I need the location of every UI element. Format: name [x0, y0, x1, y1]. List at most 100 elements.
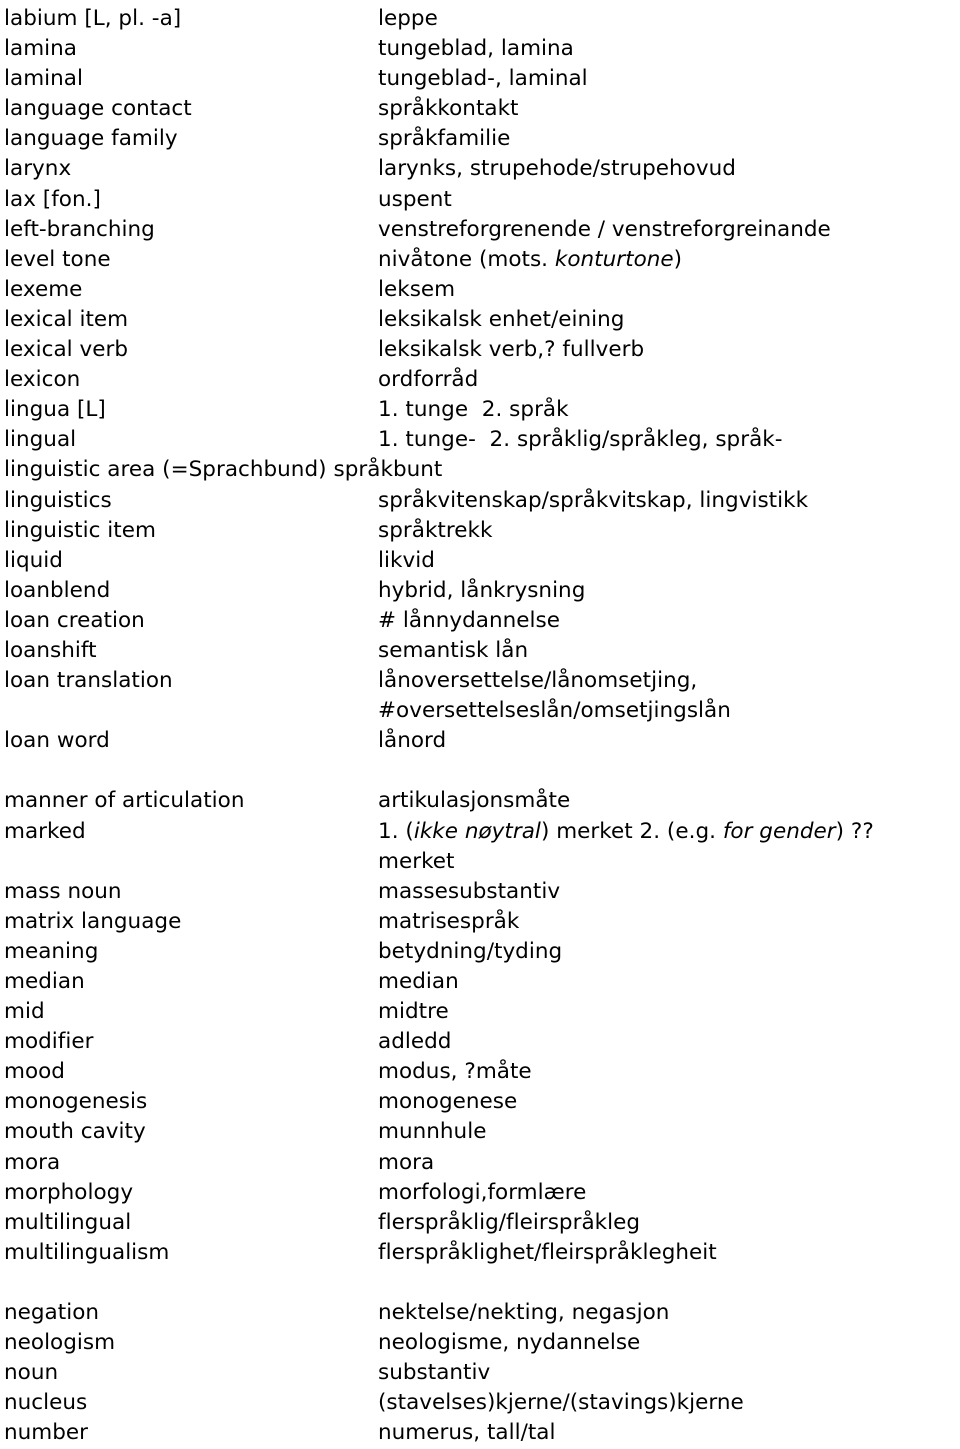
glossary-term: monogenesis — [4, 1089, 148, 1115]
glossary-row: loan translation lånoversettelse/lånomset… — [4, 666, 960, 696]
glossary-row: number numerus, tall/tal — [4, 1418, 960, 1448]
glossary-term: mood — [4, 1059, 65, 1085]
glossary-gloss: ordforråd — [378, 367, 479, 393]
glossary-gloss: språkkontakt — [378, 96, 519, 122]
glossary-term: mass noun — [4, 878, 122, 904]
glossary-gloss: 1. tunge- 2. språklig/språkleg, språk- — [378, 427, 783, 453]
glossary-term: mouth cavity — [4, 1119, 146, 1145]
glossary-row: linguistic item språktrekk — [4, 516, 960, 546]
glossary-gloss: mora — [378, 1149, 435, 1175]
glossary-gloss: larynks, strupehode/strupehovud — [378, 156, 736, 182]
glossary-row: marked 1. (ikke nøytral) merket 2. (e.g. … — [4, 817, 960, 847]
glossary-row: mouth cavity munnhule — [4, 1117, 960, 1147]
glossary-gloss: 1. tunge 2. språk — [378, 397, 569, 423]
glossary-row: lexical verb leksikalsk verb,? fullverb — [4, 335, 960, 365]
glossary-gloss: tungeblad, lamina — [378, 36, 574, 62]
glossary-term: loanshift — [4, 637, 97, 663]
glossary-gloss: adledd — [378, 1029, 452, 1055]
glossary-row: mid midtre — [4, 997, 960, 1027]
glossary-gloss: leksikalsk verb,? fullverb — [378, 337, 645, 363]
glossary-gloss-text: 1. ( — [378, 818, 414, 844]
glossary-term: lingual — [4, 427, 77, 453]
glossary-row: mass noun massesubstantiv — [4, 877, 960, 907]
glossary-gloss: språktrekk — [378, 517, 493, 543]
glossary-gloss: modus, ?måte — [378, 1059, 532, 1085]
glossary-row: lexicon ordforråd — [4, 365, 960, 395]
glossary-row: loan creation # lånnydannelse — [4, 606, 960, 636]
glossary-term: marked — [4, 818, 86, 844]
glossary-term: lexicon — [4, 367, 81, 393]
glossary-gloss: #oversettelseslån/omsetjingslån — [378, 698, 731, 724]
glossary-term: number — [4, 1420, 89, 1446]
glossary-gloss: uspent — [378, 186, 452, 212]
glossary-gloss: # lånnydannelse — [378, 607, 560, 633]
glossary-term: larynx — [4, 156, 72, 182]
glossary-term: multilingual — [4, 1209, 132, 1235]
glossary-gloss: morfologi,formlære — [378, 1179, 587, 1205]
glossary-row: manner of articulation artikulasjonsmåte — [4, 786, 960, 816]
glossary-term: loanblend — [4, 577, 111, 603]
glossary-gloss: nivåtone (mots. konturtone) — [378, 245, 960, 275]
glossary-row: loan word lånord — [4, 726, 960, 756]
glossary-row: median median — [4, 967, 960, 997]
glossary-term: linguistic area (=Sprachbund) — [4, 457, 327, 483]
glossary-gloss: likvid — [378, 547, 435, 573]
glossary-gloss: numerus, tall/tal — [378, 1420, 556, 1446]
glossary-row: larynx larynks, strupehode/strupehovud — [4, 154, 960, 184]
glossary-term: laminal — [4, 66, 83, 92]
glossary-row: laminal tungeblad-, laminal — [4, 64, 960, 94]
glossary-row: lingua [L] 1. tunge 2. språk — [4, 395, 960, 425]
glossary-gloss: leksikalsk enhet/eining — [378, 306, 625, 332]
glossary-term: mid — [4, 999, 45, 1025]
glossary-term: lamina — [4, 36, 77, 62]
glossary-gloss: massesubstantiv — [378, 878, 561, 904]
glossary-row: loanblend hybrid, lånkrysning — [4, 576, 960, 606]
glossary-row: loanshift semantisk lån — [4, 636, 960, 666]
glossary-gloss: artikulasjonsmåte — [378, 788, 571, 814]
glossary-row: nucleus (stavelses)kjerne/(stavings)kjern… — [4, 1388, 960, 1418]
glossary-gloss: språkvitenskap/språkvitskap, lingvistikk — [378, 487, 809, 513]
glossary-gloss: flerspråklig/fleirspråkleg — [378, 1209, 641, 1235]
glossary-term: loan creation — [4, 607, 145, 633]
glossary-term: left-branching — [4, 216, 155, 242]
glossary-row-continuation: #oversettelseslån/omsetjingslån — [4, 696, 960, 726]
glossary-term: linguistic item — [4, 517, 156, 543]
glossary-term: lingua [L] — [4, 397, 106, 423]
glossary-gloss-text: ) merket 2. (e.g. — [540, 818, 723, 844]
glossary-term: lax [fon.] — [4, 186, 101, 212]
glossary-term: noun — [4, 1360, 59, 1386]
glossary-term: loan translation — [4, 668, 173, 694]
glossary-section-gap — [4, 756, 960, 786]
glossary-gloss: leksem — [378, 276, 456, 302]
glossary-gloss: monogenese — [378, 1089, 518, 1115]
glossary-gloss-italic: for gender — [722, 818, 836, 844]
glossary-gloss: nektelse/nekting, negasjon — [378, 1300, 670, 1326]
glossary-row: matrix language matrisespråk — [4, 907, 960, 937]
glossary-row: labium [L, pl. -a] leppe — [4, 4, 960, 34]
glossary-row: meaning betydning/tyding — [4, 937, 960, 967]
glossary-row: language family språkfamilie — [4, 124, 960, 154]
glossary-row: linguistics språkvitenskap/språkvitskap, … — [4, 486, 960, 516]
glossary-row: left-branching venstreforgrenende / venst… — [4, 215, 960, 245]
glossary-term: lexeme — [4, 276, 83, 302]
glossary-term: neologism — [4, 1330, 116, 1356]
glossary-term: labium [L, pl. -a] — [4, 6, 182, 31]
glossary-gloss: neologisme, nydannelse — [378, 1330, 641, 1356]
glossary-gloss: 1. (ikke nøytral) merket 2. (e.g. for ge… — [378, 817, 960, 847]
glossary-row: neologism neologisme, nydannelse — [4, 1328, 960, 1358]
glossary-row: level tone nivåtone (mots. konturtone) — [4, 245, 960, 275]
glossary-term: matrix language — [4, 908, 182, 934]
glossary-row: monogenesis monogenese — [4, 1087, 960, 1117]
glossary-term: lexical verb — [4, 337, 129, 363]
glossary-term: mora — [4, 1149, 61, 1175]
glossary-gloss: merket — [378, 848, 455, 874]
glossary-row: morphology morfologi,formlære — [4, 1178, 960, 1208]
glossary-gloss: flerspråklighet/fleirspråklegheit — [378, 1239, 717, 1265]
glossary-gloss-italic: konturtone — [554, 246, 674, 272]
glossary-term: modifier — [4, 1029, 94, 1055]
glossary-gloss-text: ) ?? — [835, 818, 874, 844]
glossary-gloss: matrisespråk — [378, 908, 520, 934]
glossary-row: multilingual flerspråklig/fleirspråkleg — [4, 1208, 960, 1238]
glossary-gloss-text: ) — [673, 246, 683, 272]
glossary-term: morphology — [4, 1179, 134, 1205]
